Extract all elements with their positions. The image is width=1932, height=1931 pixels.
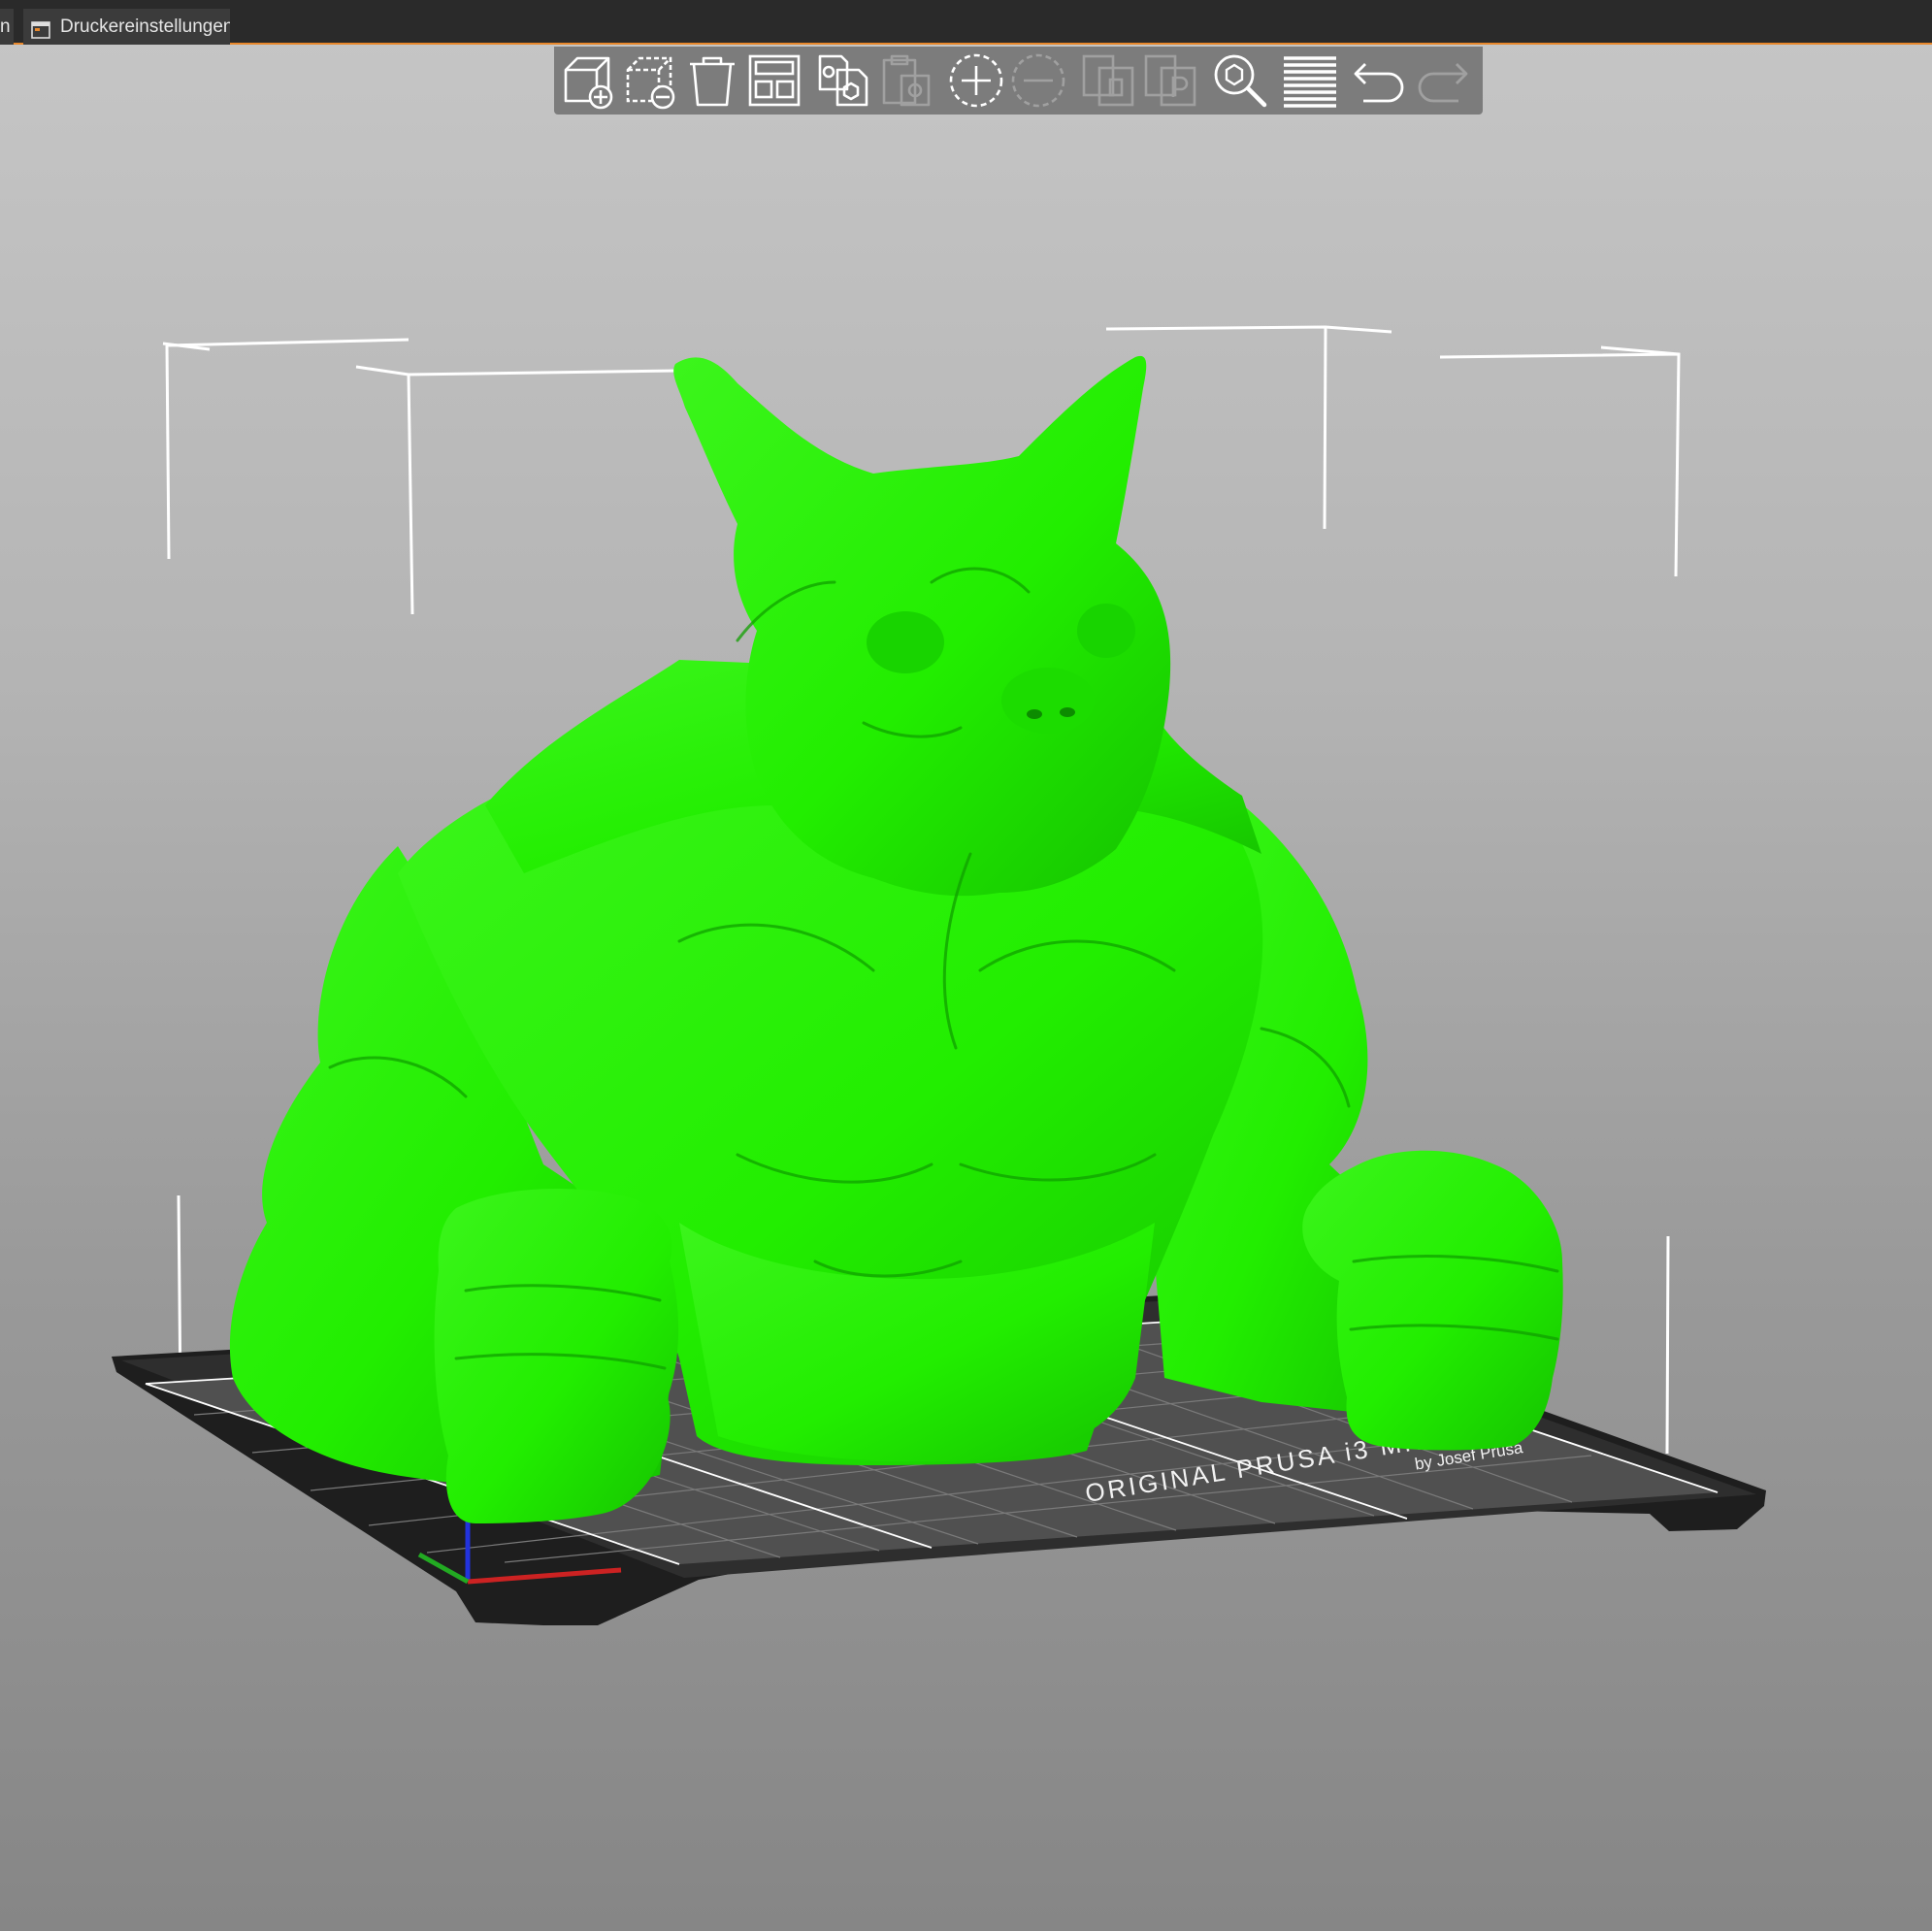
tab-printer-settings[interactable]: Druckereinstellungen	[23, 9, 230, 45]
3d-model[interactable]	[229, 355, 1563, 1523]
tab-printer-settings-label: Druckereinstellungen	[60, 16, 230, 37]
model-left-eye	[867, 611, 944, 673]
3d-viewport[interactable]: ORIGINAL PRUSA i3 MK3 by Josef Prusa	[0, 47, 1932, 1931]
tab-previous[interactable]: n	[0, 9, 14, 45]
model-nose	[1001, 668, 1095, 734]
tab-bar: n Druckereinstellungen	[0, 0, 1932, 45]
3d-scene[interactable]: ORIGINAL PRUSA i3 MK3 by Josef Prusa	[0, 47, 1932, 1931]
tab-previous-label: n	[0, 16, 11, 37]
printer-settings-icon	[31, 16, 50, 39]
model-right-eye	[1077, 604, 1135, 658]
